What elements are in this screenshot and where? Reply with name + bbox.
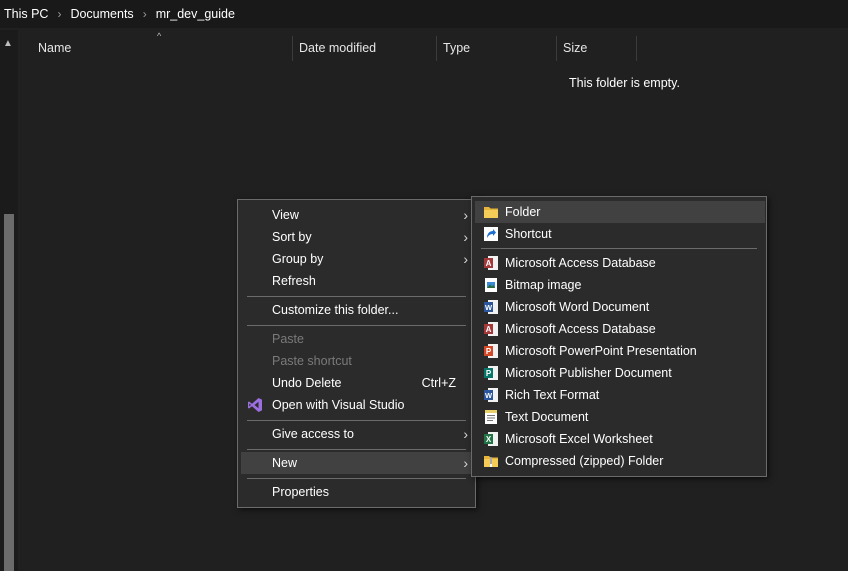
publisher-icon: P [484, 366, 498, 380]
new-item-folder[interactable]: Folder [475, 201, 765, 223]
menu-item-paste-shortcut: Paste shortcut [272, 354, 352, 368]
new-item-powerpoint-presentation[interactable]: P Microsoft PowerPoint Presentation [475, 340, 765, 362]
sort-ascending-icon: ^ [157, 31, 162, 41]
scroll-up-icon[interactable]: ▲ [3, 38, 13, 49]
undo-shortcut: Ctrl+Z [421, 376, 456, 390]
visual-studio-icon [248, 398, 262, 412]
new-item-publisher-document[interactable]: P Microsoft Publisher Document [475, 362, 765, 384]
new-item-excel-worksheet[interactable]: X Microsoft Excel Worksheet [475, 428, 765, 450]
menu-item-give-access[interactable]: Give access to › [241, 423, 472, 445]
chevron-right-icon: › [463, 207, 468, 223]
navigation-scrollbar[interactable]: ▲ [0, 30, 18, 571]
column-header-date-modified[interactable]: Date modified [299, 36, 376, 60]
menu-item-customize-folder[interactable]: Customize this folder... [241, 299, 472, 321]
svg-text:W: W [485, 303, 493, 312]
column-header-size[interactable]: Size [563, 36, 587, 60]
svg-text:P: P [486, 369, 492, 378]
new-item-access-database[interactable]: A Microsoft Access Database [475, 252, 765, 274]
menu-separator [481, 248, 757, 249]
menu-separator [247, 478, 466, 479]
new-submenu: Folder Shortcut A Microsoft Access Datab… [471, 196, 767, 477]
new-item-bitmap-image[interactable]: Bitmap image [475, 274, 765, 296]
menu-separator [247, 420, 466, 421]
breadcrumb-this-pc[interactable]: This PC [4, 7, 48, 21]
chevron-right-icon: › [463, 229, 468, 245]
word-icon: W [484, 300, 498, 314]
new-item-text-document[interactable]: Text Document [475, 406, 765, 428]
context-menu: View › Sort by › Group by › Refresh Cust… [237, 199, 476, 508]
menu-item-view[interactable]: View › [241, 204, 472, 226]
menu-item-group-by[interactable]: Group by › [241, 248, 472, 270]
folder-icon [484, 207, 498, 218]
menu-item-sort-by[interactable]: Sort by › [241, 226, 472, 248]
menu-item-properties[interactable]: Properties [241, 481, 472, 503]
scrollbar-thumb[interactable] [4, 214, 14, 571]
powerpoint-icon: P [484, 344, 498, 358]
svg-text:P: P [486, 347, 492, 356]
new-item-shortcut[interactable]: Shortcut [475, 223, 765, 245]
zip-folder-icon [484, 456, 498, 467]
shortcut-icon [484, 227, 498, 241]
chevron-right-icon: › [463, 251, 468, 267]
svg-text:A: A [486, 325, 492, 334]
excel-icon: X [484, 432, 498, 446]
svg-text:W: W [485, 391, 493, 400]
new-item-rich-text-format[interactable]: W Rich Text Format [475, 384, 765, 406]
access-icon: A [484, 256, 498, 270]
svg-text:A: A [486, 259, 492, 268]
column-header-name[interactable]: Name [38, 36, 71, 60]
text-document-icon [485, 410, 497, 424]
column-divider[interactable] [292, 36, 293, 61]
breadcrumb-documents[interactable]: Documents [70, 7, 133, 21]
chevron-right-icon[interactable]: › [143, 7, 147, 21]
column-divider[interactable] [436, 36, 437, 61]
menu-separator [247, 449, 466, 450]
menu-item-paste: Paste [272, 332, 304, 346]
menu-separator [247, 296, 466, 297]
menu-item-open-with-visual-studio[interactable]: Open with Visual Studio [241, 394, 472, 416]
new-item-zipped-folder[interactable]: Compressed (zipped) Folder [475, 450, 765, 472]
new-item-access-database-2[interactable]: A Microsoft Access Database [475, 318, 765, 340]
svg-text:X: X [486, 435, 492, 444]
breadcrumb-mr-dev-guide[interactable]: mr_dev_guide [156, 7, 235, 21]
column-divider[interactable] [636, 36, 637, 61]
chevron-right-icon: › [463, 426, 468, 442]
empty-folder-message: This folder is empty. [569, 76, 680, 90]
menu-item-undo-delete[interactable]: Undo Delete Ctrl+Z [241, 372, 472, 394]
column-header-type[interactable]: Type [443, 36, 470, 60]
rtf-icon: W [484, 388, 498, 402]
menu-item-new[interactable]: New › [241, 452, 472, 474]
chevron-right-icon[interactable]: › [57, 7, 61, 21]
breadcrumb: This PC › Documents › mr_dev_guide [0, 0, 848, 28]
column-divider[interactable] [556, 36, 557, 61]
new-item-word-document[interactable]: W Microsoft Word Document [475, 296, 765, 318]
bitmap-icon [485, 278, 497, 292]
menu-separator [247, 325, 466, 326]
access-icon: A [484, 322, 498, 336]
menu-item-refresh[interactable]: Refresh [241, 270, 472, 292]
chevron-right-icon: › [463, 455, 468, 471]
